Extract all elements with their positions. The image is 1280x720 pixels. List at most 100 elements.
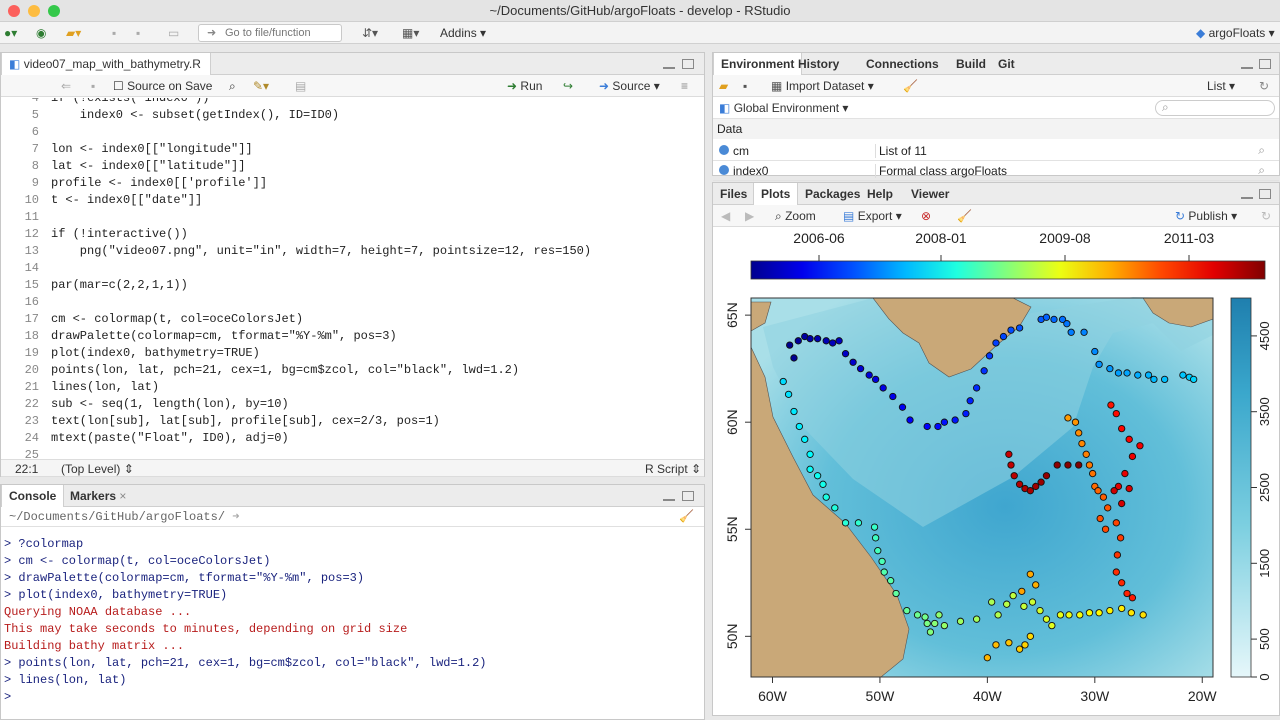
back-arrow-icon[interactable]: ⇐ xyxy=(61,78,71,94)
tab-console[interactable]: Console xyxy=(1,485,65,507)
maximize-env-button[interactable] xyxy=(1259,59,1271,69)
close-markers-icon[interactable]: × xyxy=(116,489,126,503)
console-output[interactable]: > ?colormap > cm <- colormap(t, col=oceCo… xyxy=(1,533,704,719)
remove-plot-icon[interactable]: ⊗ xyxy=(921,208,931,224)
palette-tick-label: 2009-08 xyxy=(1039,230,1091,246)
env-row[interactable]: cm List of 11 ⌕ xyxy=(713,141,1279,161)
export-button[interactable]: ▤ Export ▾ xyxy=(843,208,902,224)
code-line[interactable]: sub <- seq(1, length(lon), by=10) xyxy=(51,397,289,411)
maximize-window-button[interactable] xyxy=(48,5,60,17)
editor-tab[interactable]: ◧ video07_map_with_bathymetry.R × xyxy=(1,53,211,93)
save-workspace-icon[interactable]: ▪ xyxy=(743,78,747,94)
clear-console-icon[interactable]: 🧹 xyxy=(679,507,694,527)
float-point xyxy=(1123,369,1131,377)
maximize-plots-button[interactable] xyxy=(1259,189,1271,199)
save-all-icon[interactable]: ▪ xyxy=(136,25,140,41)
code-editor[interactable]: 4 if (!exists("index0")) 5 index0 <- subse… xyxy=(1,98,704,468)
document-outline-icon[interactable]: ≡ xyxy=(681,78,688,94)
tab-viewer[interactable]: Viewer xyxy=(904,183,956,205)
scope-selector[interactable]: (Top Level) ⇕ xyxy=(61,461,134,477)
version-control-icon[interactable]: ⇵▾ xyxy=(362,25,378,41)
code-line[interactable]: drawPalette(colormap=cm, tformat="%Y-%m"… xyxy=(51,329,397,343)
save-icon[interactable]: ▪ xyxy=(112,25,116,41)
x-tick-label: 40W xyxy=(973,688,1003,704)
code-line[interactable]: profile <- index0[['profile']] xyxy=(51,176,267,190)
go-to-directory-icon[interactable]: ➜ xyxy=(232,510,239,524)
code-line[interactable]: png("video07.png", unit="in", width=7, h… xyxy=(51,244,591,258)
project-menu[interactable]: ◆ argoFloats ▾ xyxy=(1196,25,1275,41)
code-line[interactable]: if (!exists("index0")) xyxy=(51,98,209,105)
refresh-env-icon[interactable]: ↻ xyxy=(1259,78,1269,94)
next-plot-icon[interactable]: ▶ xyxy=(745,208,754,224)
publish-button[interactable]: ↻ Publish ▾ xyxy=(1175,208,1237,224)
minimize-pane-button[interactable] xyxy=(663,59,675,69)
tab-markers[interactable]: Markers × xyxy=(63,485,133,507)
expand-object-icon[interactable] xyxy=(719,145,729,155)
compile-report-icon[interactable]: ▤ xyxy=(295,78,306,94)
open-file-icon[interactable]: ▰▾ xyxy=(66,25,81,41)
code-line[interactable]: cm <- colormap(t, col=oceColorsJet) xyxy=(51,312,303,326)
code-line[interactable]: text(lon[sub], lat[sub], profile[sub], c… xyxy=(51,414,440,428)
editor-toolbar: ⇐ ▪ ☐ Source on Save ⌕ ✎▾ ▤ ➜ Run ↪ ➜ So… xyxy=(1,75,704,97)
float-point xyxy=(1118,604,1126,613)
source-button[interactable]: ➜ Source ▾ xyxy=(599,78,660,94)
y-tick-label: 65N xyxy=(724,302,740,328)
maximize-console-button[interactable] xyxy=(682,491,694,501)
maximize-pane-button[interactable] xyxy=(682,59,694,69)
minimize-env-button[interactable] xyxy=(1241,59,1253,69)
minimize-window-button[interactable] xyxy=(28,5,40,17)
addins-menu[interactable]: Addins ▾ xyxy=(440,25,486,41)
tab-files[interactable]: Files xyxy=(713,183,754,205)
float-point xyxy=(880,568,888,576)
clear-plots-icon[interactable]: 🧹 xyxy=(957,208,972,224)
tab-connections[interactable]: Connections xyxy=(859,53,946,75)
tab-help[interactable]: Help xyxy=(860,183,900,205)
save-file-icon[interactable]: ▪ xyxy=(91,78,95,94)
new-project-icon[interactable]: ◉ xyxy=(36,25,46,41)
view-object-icon[interactable]: ⌕ xyxy=(1258,143,1265,158)
pane-layout-icon[interactable]: ▦▾ xyxy=(402,25,419,41)
global-env-selector[interactable]: ◧ Global Environment ▾ xyxy=(719,100,848,116)
code-line[interactable]: lat <- index0[["latitude"]] xyxy=(51,159,245,173)
float-point xyxy=(806,335,814,343)
refresh-plot-icon[interactable]: ↻ xyxy=(1261,208,1271,224)
tab-plots[interactable]: Plots xyxy=(753,183,799,205)
previous-plot-icon[interactable]: ◀ xyxy=(721,208,730,224)
code-line[interactable]: points(lon, lat, pch=21, cex=1, bg=cm$zc… xyxy=(51,363,519,377)
code-line[interactable]: plot(index0, bathymetry=TRUE) xyxy=(51,346,260,360)
env-search-input[interactable]: ⌕ xyxy=(1155,100,1275,116)
minimize-plots-button[interactable] xyxy=(1241,189,1253,199)
tab-packages[interactable]: Packages xyxy=(798,183,867,205)
tab-git[interactable]: Git xyxy=(991,53,1022,75)
code-line[interactable]: lon <- index0[["longitude"]] xyxy=(51,142,253,156)
tab-history[interactable]: History xyxy=(791,53,846,75)
search-icon[interactable]: ⌕ xyxy=(229,78,236,94)
code-line[interactable]: par(mar=c(2,2,1,1)) xyxy=(51,278,188,292)
file-type-selector[interactable]: R Script ⇕ xyxy=(645,461,701,477)
view-mode-button[interactable]: List ▾ xyxy=(1207,78,1235,94)
import-dataset-button[interactable]: ▦ Import Dataset ▾ xyxy=(771,78,874,94)
clear-objects-icon[interactable]: 🧹 xyxy=(903,78,918,94)
expand-object-icon[interactable] xyxy=(719,165,729,175)
code-line[interactable]: mtext(paste("Float", ID0), adj=0) xyxy=(51,431,289,445)
print-icon[interactable]: ▭ xyxy=(168,25,179,41)
goto-file-input[interactable]: ➜ Go to file/function xyxy=(198,24,342,42)
code-line[interactable]: index0 <- subset(getIndex(), ID=ID0) xyxy=(51,108,339,122)
float-point xyxy=(801,435,809,443)
new-file-icon[interactable]: ●▾ xyxy=(4,25,17,41)
env-row[interactable]: index0 Formal class argoFloats ⌕ xyxy=(713,161,1279,181)
rerun-icon[interactable]: ↪ xyxy=(563,78,573,94)
run-button[interactable]: ➜ Run xyxy=(507,78,542,94)
code-line[interactable]: if (!interactive()) xyxy=(51,227,188,241)
code-line[interactable]: lines(lon, lat) xyxy=(51,380,159,394)
tab-environment[interactable]: Environment xyxy=(713,53,803,75)
zoom-button[interactable]: ⌕ Zoom xyxy=(775,208,816,224)
source-on-save-checkbox[interactable]: ☐ Source on Save xyxy=(113,78,212,94)
load-workspace-icon[interactable]: ▰ xyxy=(719,78,728,94)
code-line[interactable]: t <- index0[["date"]] xyxy=(51,193,202,207)
view-object-icon[interactable]: ⌕ xyxy=(1258,163,1265,178)
minimize-console-button[interactable] xyxy=(663,491,675,501)
tab-build[interactable]: Build xyxy=(949,53,993,75)
close-window-button[interactable] xyxy=(8,5,20,17)
code-tools-icon[interactable]: ✎▾ xyxy=(253,78,269,94)
